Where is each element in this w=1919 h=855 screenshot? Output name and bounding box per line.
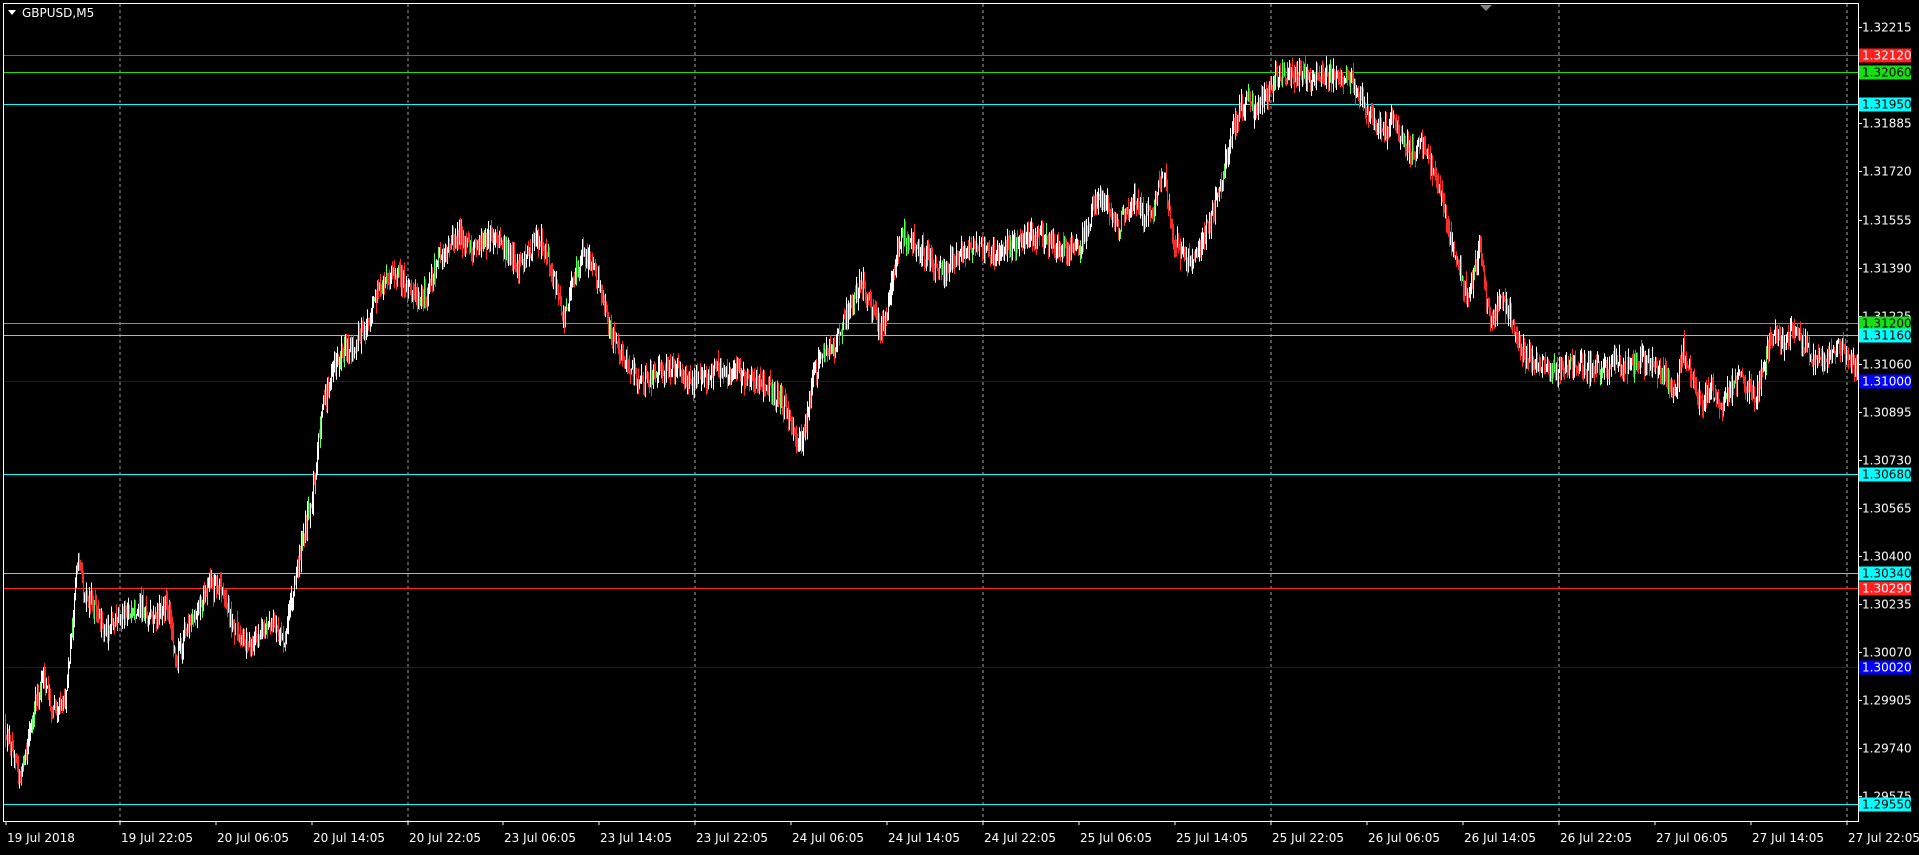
x-tick-label: 23 Jul 22:05 xyxy=(696,831,768,845)
x-tick-label: 25 Jul 14:05 xyxy=(1176,831,1248,845)
x-tick-label: 23 Jul 14:05 xyxy=(600,831,672,845)
y-tick-label: 1.30070 xyxy=(1862,646,1912,660)
level-label: 1.32120 xyxy=(1862,49,1912,63)
x-tick-label: 26 Jul 06:05 xyxy=(1368,831,1440,845)
y-tick-label: 1.29740 xyxy=(1862,742,1912,756)
y-tick-label: 1.30235 xyxy=(1862,598,1912,612)
x-tick-label: 24 Jul 06:05 xyxy=(792,831,864,845)
level-label: 1.31000 xyxy=(1862,375,1912,389)
y-tick-label: 1.31060 xyxy=(1862,358,1912,372)
x-tick-label: 24 Jul 14:05 xyxy=(888,831,960,845)
x-tick-label: 20 Jul 14:05 xyxy=(313,831,385,845)
x-tick-label: 27 Jul 14:05 xyxy=(1752,831,1824,845)
y-tick-label: 1.30565 xyxy=(1862,502,1912,516)
y-tick-label: 1.31720 xyxy=(1862,165,1912,179)
level-label: 1.31160 xyxy=(1862,329,1912,343)
x-tick-label: 19 Jul 22:05 xyxy=(121,831,193,845)
chart-window[interactable]: 1.322151.318851.317201.315551.313901.312… xyxy=(0,0,1919,851)
level-label: 1.30680 xyxy=(1862,468,1912,482)
x-tick-label: 26 Jul 22:05 xyxy=(1560,831,1632,845)
y-tick-label: 1.31555 xyxy=(1862,214,1912,228)
x-tick-label: 25 Jul 06:05 xyxy=(1080,831,1152,845)
x-tick-label: 20 Jul 22:05 xyxy=(409,831,481,845)
level-label: 1.32060 xyxy=(1862,66,1912,80)
symbol-label: GBPUSD,M5 xyxy=(22,6,94,20)
x-tick-label: 25 Jul 22:05 xyxy=(1272,831,1344,845)
level-label: 1.30020 xyxy=(1862,661,1912,675)
x-tick-label: 26 Jul 14:05 xyxy=(1464,831,1536,845)
x-tick-label: 20 Jul 06:05 xyxy=(217,831,289,845)
y-tick-label: 1.30730 xyxy=(1862,454,1912,468)
y-tick-label: 1.31390 xyxy=(1862,262,1912,276)
level-label: 1.30340 xyxy=(1862,567,1912,581)
x-tick-label: 19 Jul 2018 xyxy=(7,831,75,845)
price-chart[interactable]: 1.322151.318851.317201.315551.313901.312… xyxy=(0,0,1919,851)
level-label: 1.29550 xyxy=(1862,798,1912,812)
x-tick-label: 27 Jul 06:05 xyxy=(1656,831,1728,845)
y-tick-label: 1.32215 xyxy=(1862,21,1912,35)
level-label: 1.30290 xyxy=(1862,582,1912,596)
level-label: 1.31950 xyxy=(1862,98,1912,112)
x-tick-label: 24 Jul 22:05 xyxy=(984,831,1056,845)
chart-background xyxy=(0,0,1919,851)
y-tick-label: 1.30895 xyxy=(1862,406,1912,420)
x-tick-label: 23 Jul 06:05 xyxy=(504,831,576,845)
y-tick-label: 1.29905 xyxy=(1862,694,1912,708)
x-tick-label: 27 Jul 22:05 xyxy=(1848,831,1919,845)
y-tick-label: 1.31885 xyxy=(1862,117,1912,131)
y-tick-label: 1.30400 xyxy=(1862,550,1912,564)
